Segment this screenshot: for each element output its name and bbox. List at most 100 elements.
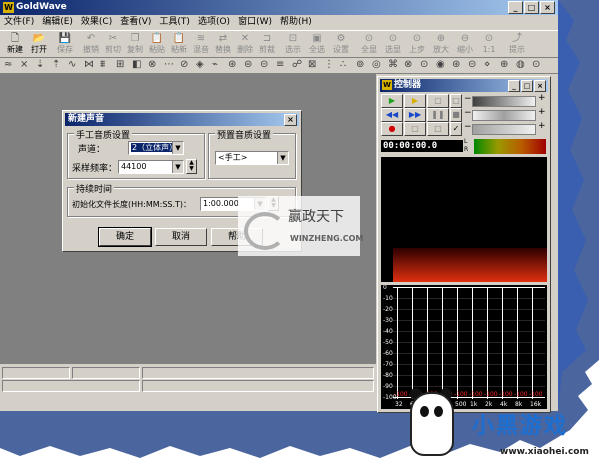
toolbar-button-17[interactable]: ⊙ 上步 — [406, 33, 428, 55]
balance-slider[interactable] — [472, 110, 536, 121]
effect-tool-icon[interactable]: ◍ — [516, 59, 525, 70]
effect-tool-icon[interactable]: ⌁ — [212, 59, 218, 70]
toolbar-button-1[interactable]: 📂 打开 — [28, 33, 50, 55]
effect-tool-icon[interactable]: ∿ — [68, 59, 76, 70]
effect-tool-icon[interactable]: ⊙ — [532, 59, 540, 70]
effect-tool-icon[interactable]: ⌘ — [388, 59, 398, 70]
preset-select[interactable]: <手工> ▼ — [215, 151, 289, 165]
toolbar-button-15[interactable]: ⊙ 全显 — [358, 33, 380, 55]
effect-tool-icon[interactable]: ⊕ — [500, 59, 508, 70]
effect-tool-icon[interactable]: ☍ — [292, 59, 302, 70]
toolbar-button-21[interactable]: ⤴ 提示 — [506, 33, 528, 55]
effect-tool-icon[interactable]: ⩩ — [100, 59, 105, 70]
balance-minus-icon[interactable]: − — [464, 108, 472, 118]
toolbar-button-0[interactable]: 🗋 新建 — [4, 33, 26, 55]
rewind-icon[interactable]: ◀◀ — [381, 108, 403, 122]
maximize-button[interactable]: □ — [524, 1, 539, 14]
toolbar-button-2[interactable]: 💾 保存 — [54, 33, 76, 55]
check-icon[interactable]: ✓ — [450, 122, 462, 136]
effect-tool-icon[interactable]: ⊗ — [404, 59, 412, 70]
speed-minus-icon[interactable]: − — [464, 122, 472, 132]
effect-tool-icon[interactable]: ⋄ — [484, 59, 490, 70]
menu-file[interactable]: 文件(F) — [0, 15, 38, 29]
menu-edit[interactable]: 编辑(E) — [38, 15, 77, 29]
effect-tool-icon[interactable]: ⊛ — [228, 59, 236, 70]
toolbar-button-18[interactable]: ⊕ 放大 — [430, 33, 452, 55]
cancel-button[interactable]: 取消 — [155, 228, 207, 246]
effect-tool-icon[interactable]: ⊛ — [452, 59, 460, 70]
effect-tool-icon[interactable]: ⨯ — [20, 59, 28, 70]
toolbar-button-9[interactable]: ⇄ 替换 — [212, 33, 234, 55]
toolbar-button-19[interactable]: ⊖ 缩小 — [454, 33, 476, 55]
menu-help[interactable]: 帮助(H) — [276, 15, 316, 29]
stop-flag-icon[interactable]: □ — [450, 94, 462, 108]
menu-tools[interactable]: 工具(T) — [155, 15, 194, 29]
effect-tool-icon[interactable]: ⊜ — [244, 59, 252, 70]
control-maximize-button[interactable]: □ — [521, 80, 533, 92]
volume-plus-icon[interactable]: + — [538, 93, 546, 103]
stop-icon[interactable]: ■ — [450, 108, 462, 122]
effect-tool-icon[interactable]: ⊚ — [356, 59, 364, 70]
effect-tool-icon[interactable]: ◎ — [372, 59, 381, 70]
toolbar-button-13[interactable]: ▣ 全选 — [306, 33, 328, 55]
effect-tool-icon[interactable]: ≡ — [276, 59, 284, 70]
effect-tool-icon[interactable]: ⊠ — [308, 59, 316, 70]
close-button[interactable]: × — [540, 1, 555, 14]
effect-tool-icon[interactable]: ⊘ — [180, 59, 188, 70]
toolbar-button-5[interactable]: ❐ 复制 — [124, 33, 146, 55]
toolbar-button-3[interactable]: ↶ 撤销 — [80, 33, 102, 55]
effect-tool-icon[interactable]: ⇣ — [36, 59, 44, 70]
toolbar-button-14[interactable]: ⚙ 设置 — [330, 33, 352, 55]
pause-icon[interactable]: ❚❚ — [427, 108, 449, 122]
chevron-down-icon[interactable]: ▼ — [172, 142, 183, 154]
control-close-button[interactable]: × — [534, 80, 546, 92]
record-pause-icon[interactable]: ▢ — [404, 122, 426, 136]
effect-tool-icon[interactable]: ⋈ — [84, 59, 94, 70]
ok-button[interactable]: 确定 — [98, 227, 152, 247]
toolbar-button-16[interactable]: ⊙ 选显 — [382, 33, 404, 55]
play-selection-icon[interactable]: ▶ — [404, 94, 426, 108]
menu-view[interactable]: 查看(V) — [116, 15, 155, 29]
fast-forward-icon[interactable]: ▶▶ — [404, 108, 426, 122]
record-icon[interactable]: ● — [381, 122, 403, 136]
menu-window[interactable]: 窗口(W) — [234, 15, 276, 29]
toolbar-button-11[interactable]: ⊐ 剪裁 — [256, 33, 278, 55]
menu-options[interactable]: 选项(O) — [194, 15, 234, 29]
effect-tool-icon[interactable]: ≈ — [4, 59, 12, 70]
chevron-down-icon[interactable]: ▼ — [172, 161, 183, 173]
effect-tool-icon[interactable]: ∴ — [340, 59, 346, 70]
samplerate-spinner[interactable]: ▲ ▼ — [186, 159, 197, 174]
play-icon[interactable]: ▶ — [381, 94, 403, 108]
chevron-down-icon[interactable]: ▼ — [277, 152, 288, 164]
balance-plus-icon[interactable]: + — [538, 107, 546, 117]
control-minimize-button[interactable]: _ — [508, 80, 520, 92]
speed-plus-icon[interactable]: + — [538, 121, 546, 131]
effect-tool-icon[interactable]: ⊙ — [420, 59, 428, 70]
effect-tool-icon[interactable]: ⋮ — [324, 59, 334, 70]
effect-tool-icon[interactable]: ◈ — [196, 59, 204, 70]
speed-slider[interactable] — [472, 124, 536, 135]
toolbar-button-7[interactable]: 📋 粘新 — [168, 33, 190, 55]
custom-play-icon[interactable]: ▢ — [427, 94, 449, 108]
effect-tool-icon[interactable]: ◧ — [132, 59, 141, 70]
toolbar-button-8[interactable]: ≋ 混音 — [190, 33, 212, 55]
effect-tool-icon[interactable]: ⊗ — [148, 59, 156, 70]
toolbar-button-12[interactable]: ⊡ 选示 — [282, 33, 304, 55]
effect-tool-icon[interactable]: ◉ — [436, 59, 445, 70]
effect-tool-icon[interactable]: ⊝ — [260, 59, 268, 70]
channels-select[interactable]: 2（立体声） ▼ — [128, 141, 184, 155]
samplerate-select[interactable]: 44100 ▼ — [118, 160, 184, 174]
record-mode-icon[interactable]: □ — [427, 122, 449, 136]
effect-tool-icon[interactable]: ⊞ — [116, 59, 124, 70]
effect-tool-icon[interactable]: ⊝ — [468, 59, 476, 70]
effect-tool-icon[interactable]: ⇡ — [52, 59, 60, 70]
dialog-close-button[interactable]: × — [284, 114, 297, 126]
effect-tool-icon[interactable]: ⋯ — [164, 59, 174, 70]
toolbar-button-10[interactable]: ✕ 删除 — [234, 33, 256, 55]
minimize-button[interactable]: _ — [508, 1, 523, 14]
menu-effects[interactable]: 效果(C) — [77, 15, 116, 29]
toolbar-button-6[interactable]: 📋 粘贴 — [146, 33, 168, 55]
volume-slider[interactable] — [472, 96, 536, 107]
volume-minus-icon[interactable]: − — [464, 94, 472, 104]
toolbar-button-4[interactable]: ✂ 剪切 — [102, 33, 124, 55]
